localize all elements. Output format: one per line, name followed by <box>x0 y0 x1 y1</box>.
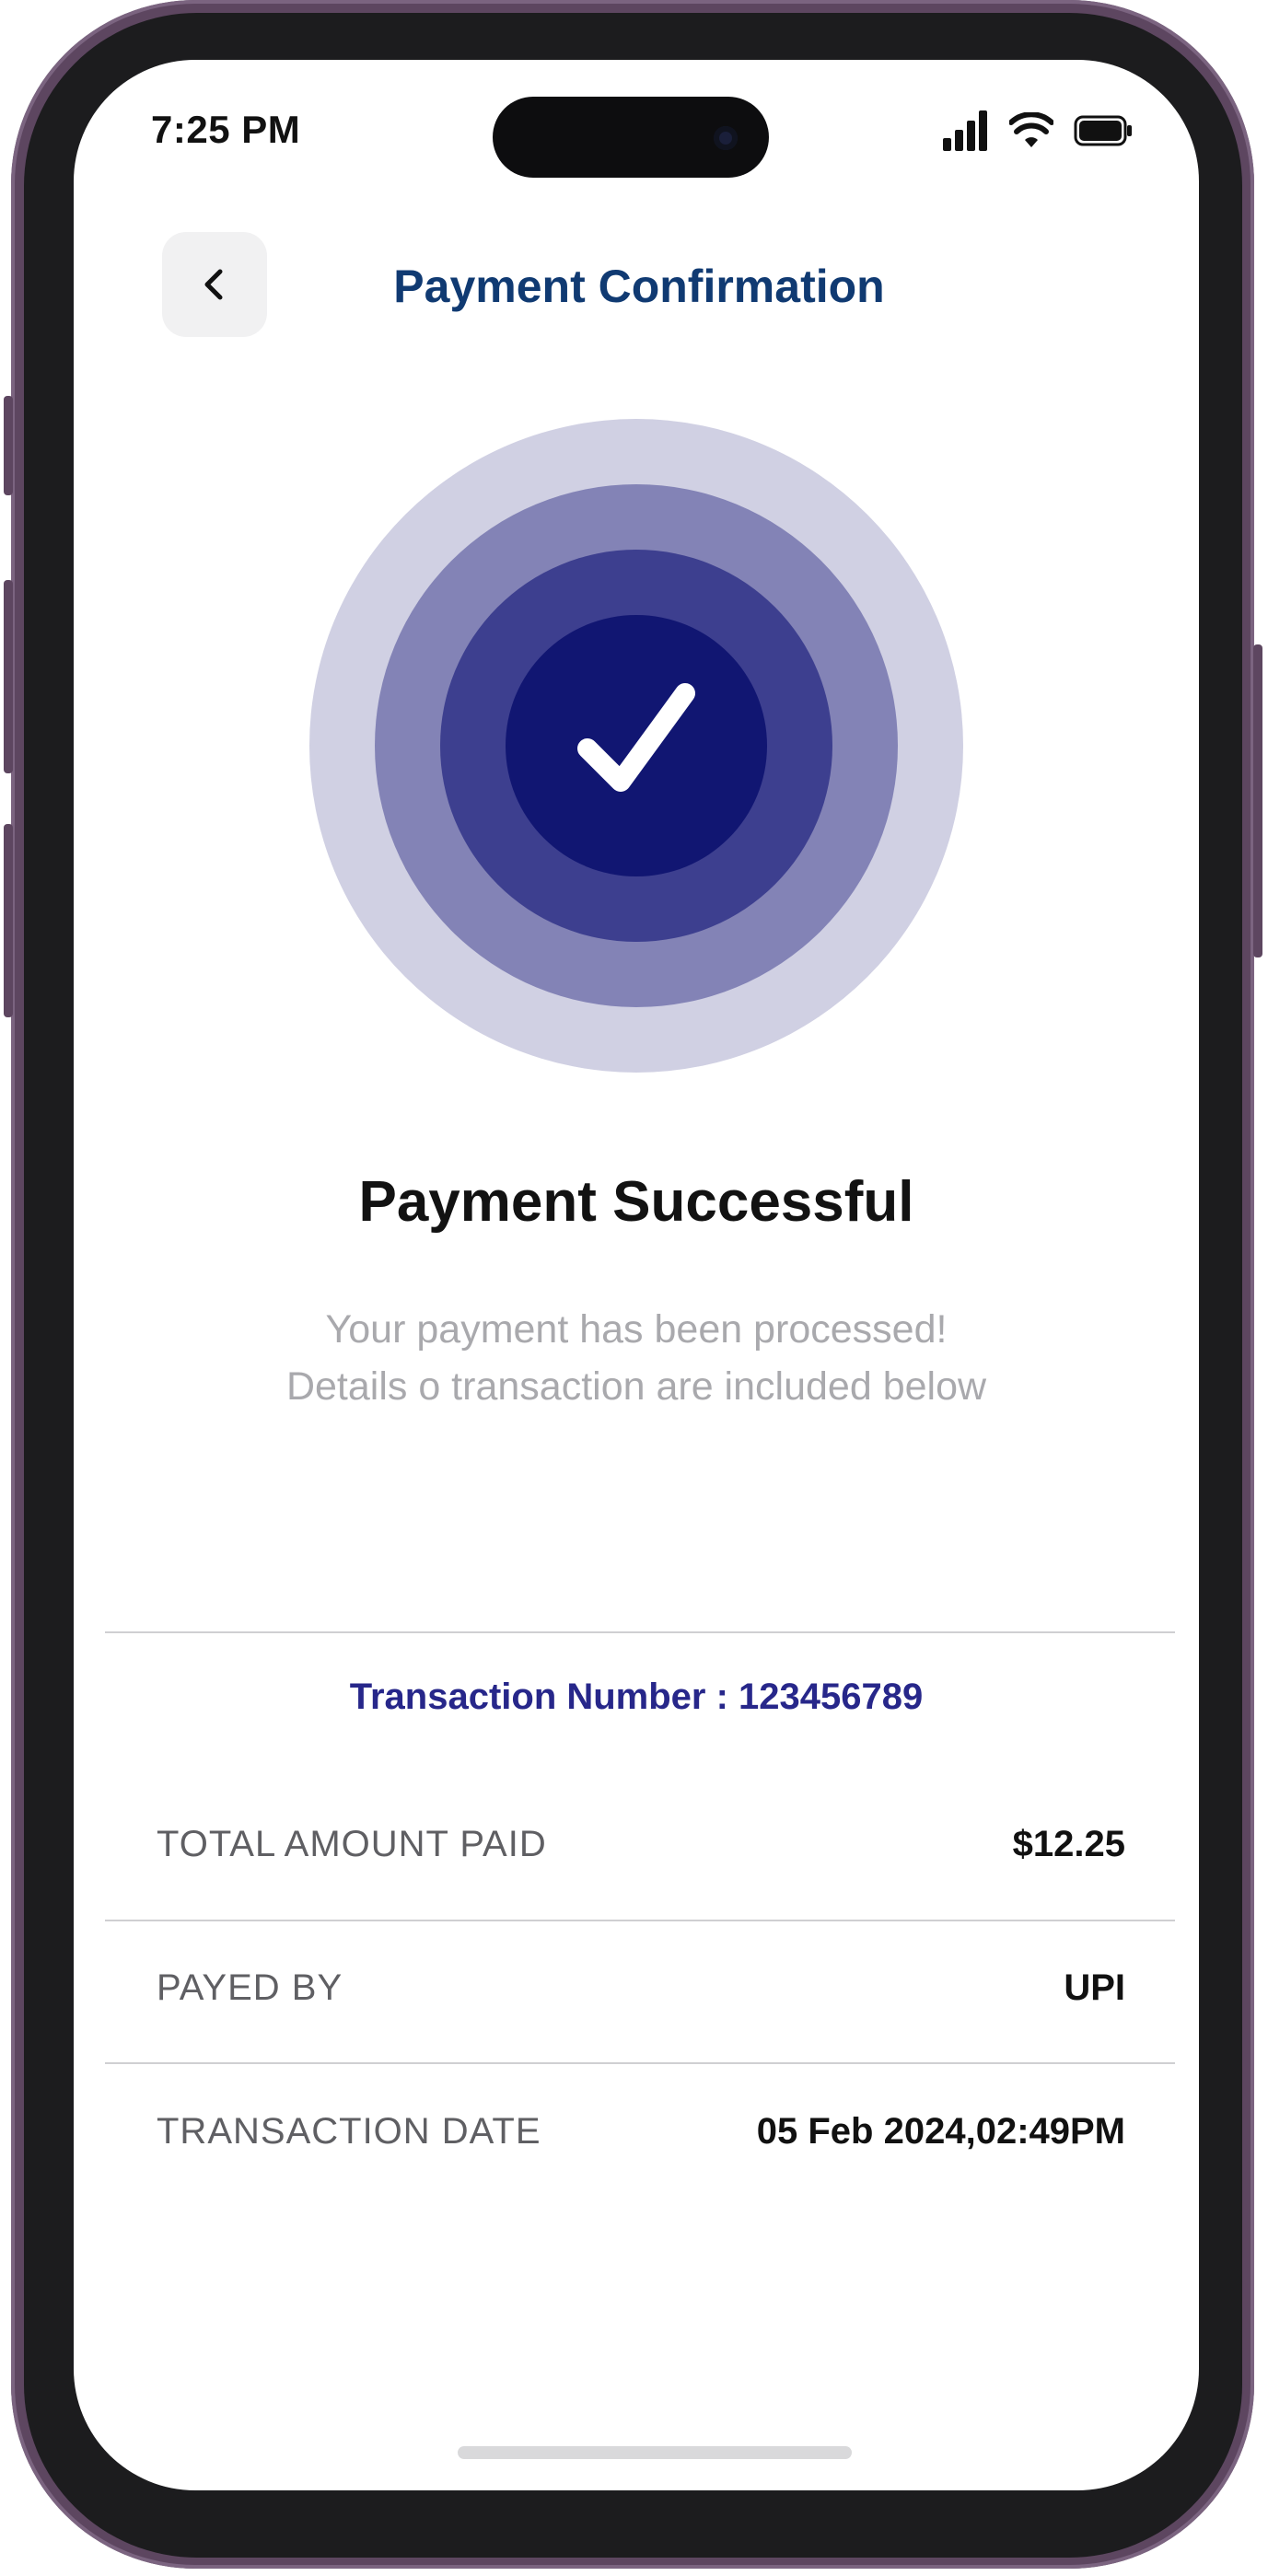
subtitle-line-2: Details o transaction are included below <box>285 1364 987 1409</box>
divider <box>105 1920 1175 1921</box>
cellular-signal-icon <box>943 110 987 151</box>
transaction-number: Transaction Number : 123456789 <box>349 1677 924 1717</box>
status-time: 7:25 PM <box>151 108 301 151</box>
detail-label: TOTAL AMOUNT PAID <box>157 1824 547 1864</box>
action-button <box>4 396 13 495</box>
divider <box>105 1631 1175 1633</box>
success-badge <box>309 419 963 1073</box>
detail-label: PAYED BY <box>157 1967 343 2008</box>
battery-icon <box>1074 115 1132 146</box>
volume-down-button <box>4 824 13 1017</box>
volume-up-button <box>4 580 13 773</box>
divider <box>105 2062 1175 2064</box>
detail-value: 05 Feb 2024,02:49PM <box>756 2111 1125 2152</box>
home-indicator[interactable] <box>458 2446 852 2459</box>
dynamic-island <box>493 97 769 178</box>
success-title: Payment Successful <box>358 1170 914 1234</box>
checkmark-icon <box>577 683 695 792</box>
detail-row-transaction-date: TRANSACTION DATE 05 Feb 2024,02:49PM <box>157 2111 1125 2152</box>
detail-label: TRANSACTION DATE <box>157 2111 541 2152</box>
app-screen: 7:25 PM Payment Confirmation Payment Suc… <box>74 60 1199 2490</box>
detail-value: $12.25 <box>1012 1824 1125 1864</box>
detail-value: UPI <box>1064 1967 1125 2008</box>
subtitle-line-1: Your payment has been processed! <box>325 1307 948 1352</box>
power-button <box>1253 644 1262 957</box>
success-subtitle: Your payment has been processed! Details… <box>74 1301 1199 1415</box>
detail-row-total-amount: TOTAL AMOUNT PAID $12.25 <box>157 1824 1125 1865</box>
page-title: Payment Confirmation <box>393 261 885 312</box>
detail-row-payed-by: PAYED BY UPI <box>157 1967 1125 2009</box>
status-icons <box>943 108 1133 154</box>
camera-icon <box>714 126 738 150</box>
wifi-icon <box>1009 112 1053 147</box>
